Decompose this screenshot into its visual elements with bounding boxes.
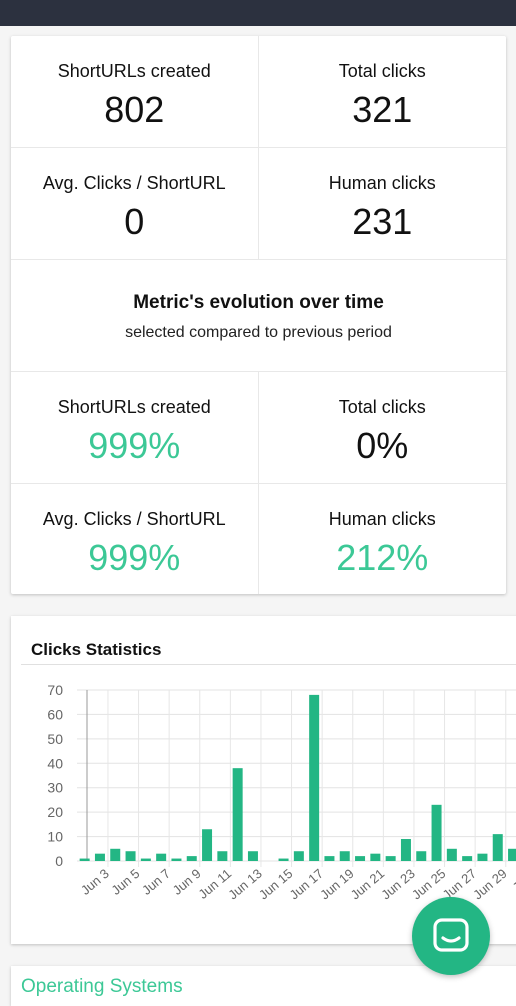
x-tick-label: Jun 19 xyxy=(317,866,357,903)
stat-value: 212% xyxy=(336,537,429,578)
stat-label: Avg. Clicks / ShortURL xyxy=(42,509,226,529)
x-tick-label: Jun 7 xyxy=(139,866,173,898)
x-tick-label: Jul 1 xyxy=(510,866,516,895)
y-tick-label: 40 xyxy=(47,755,63,771)
chart-bar xyxy=(94,853,105,861)
x-tick-label: Jun 3 xyxy=(78,866,112,898)
chart-bar xyxy=(217,851,228,861)
chart-bar xyxy=(339,851,350,861)
chart-bar xyxy=(446,848,457,861)
chart-bar xyxy=(370,853,381,861)
operating-systems-title: Operating Systems xyxy=(21,976,183,997)
stat-value: 999% xyxy=(88,537,181,578)
y-tick-label: 20 xyxy=(47,804,63,820)
y-tick-label: 70 xyxy=(47,682,63,698)
chart-bar xyxy=(202,829,213,861)
chart-bar xyxy=(492,834,503,861)
top-app-bar xyxy=(0,0,516,26)
chart-bar xyxy=(508,848,516,861)
chart-bar xyxy=(431,804,442,861)
avg-clicks-evolution: Avg. Clicks / ShortURL 999% xyxy=(11,484,259,594)
chart-bar xyxy=(477,853,488,861)
chart-bar xyxy=(110,848,121,861)
human-clicks-evolution: Human clicks 212% xyxy=(259,484,507,594)
y-tick-label: 10 xyxy=(47,829,63,845)
stat-label: Total clicks xyxy=(338,61,426,81)
chat-launcher-button[interactable] xyxy=(412,897,490,975)
chart-bar xyxy=(385,856,396,861)
chart-bar xyxy=(324,856,335,861)
x-tick-label: Jun 29 xyxy=(470,866,510,903)
stat-value: 999% xyxy=(88,425,181,466)
x-tick-label: Jun 21 xyxy=(348,866,388,903)
summary-grid: ShortURLs created 802 Total clicks 321 A… xyxy=(11,36,506,260)
stat-value: 802 xyxy=(104,89,165,130)
x-tick-label: Jun 5 xyxy=(108,866,142,898)
human-clicks-stat: Human clicks 231 xyxy=(258,148,506,260)
shorturls-created-evolution: ShortURLs created 999% xyxy=(11,372,259,484)
y-tick-label: 50 xyxy=(47,731,63,747)
chart-bar xyxy=(156,853,167,861)
stat-label: Human clicks xyxy=(328,509,436,529)
avg-clicks-stat: Avg. Clicks / ShortURL 0 xyxy=(11,148,259,260)
y-tick-label: 30 xyxy=(47,780,63,796)
x-tick-label: Jun 23 xyxy=(378,866,418,903)
chart-bar xyxy=(79,858,90,861)
chart-bar xyxy=(186,856,197,861)
clicks-bar-chart: 010203040506070Jun 3Jun 5Jun 7Jun 9Jun 1… xyxy=(47,682,516,903)
chart-bar xyxy=(309,694,320,861)
stat-label: Human clicks xyxy=(328,173,436,193)
x-tick-label: Jun 17 xyxy=(287,866,327,903)
y-tick-label: 60 xyxy=(47,706,63,722)
chart-bar xyxy=(125,851,136,861)
stat-label: ShortURLs created xyxy=(57,61,211,81)
evolution-subtitle: selected compared to previous period xyxy=(125,324,392,341)
y-tick-label: 0 xyxy=(55,853,63,869)
chart-bar xyxy=(171,858,182,861)
chart-bar xyxy=(140,858,151,861)
chart-bar xyxy=(232,768,243,861)
stat-value: 0% xyxy=(356,425,409,466)
chart-bar xyxy=(416,851,427,861)
stat-value: 231 xyxy=(352,201,413,242)
chart-bar xyxy=(462,856,473,861)
stat-label: Avg. Clicks / ShortURL xyxy=(42,173,226,193)
chart-bar xyxy=(247,851,258,861)
total-clicks-evolution: Total clicks 0% xyxy=(258,372,506,484)
chat-bubble-icon xyxy=(433,918,469,952)
evolution-grid: ShortURLs created 999% Total clicks 0% A… xyxy=(11,372,506,594)
x-tick-label: Jun 15 xyxy=(256,866,296,903)
chart-bar xyxy=(400,839,411,861)
metrics-card: ShortURLs created 802 Total clicks 321 A… xyxy=(11,36,506,594)
x-tick-label: Jun 13 xyxy=(225,866,265,903)
chart-bar xyxy=(278,858,289,861)
stat-value: 0 xyxy=(124,201,145,242)
clicks-statistics-card: Clicks Statistics 0 10 20 30 40 50 60 70 Jun 3 Ju… xyxy=(11,616,516,944)
shorturls-created-stat: ShortURLs created 802 xyxy=(11,36,259,148)
chart-bar xyxy=(293,851,304,861)
total-clicks-stat: Total clicks 321 xyxy=(258,36,506,148)
stat-label: Total clicks xyxy=(338,397,426,417)
evolution-header: Metric's evolution over time selected co… xyxy=(11,260,506,372)
chart-bar xyxy=(355,856,366,861)
evolution-title: Metric's evolution over time xyxy=(133,292,384,313)
stat-label: ShortURLs created xyxy=(57,397,211,417)
x-tick-label: Jun 11 xyxy=(195,866,234,902)
stat-value: 321 xyxy=(352,89,413,130)
